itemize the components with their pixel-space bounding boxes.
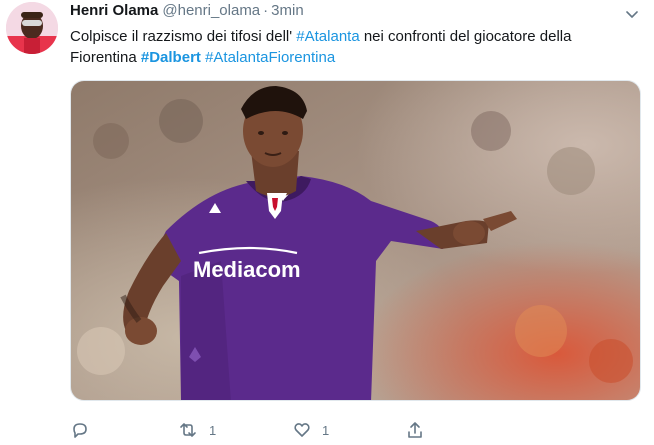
- share-button[interactable]: [405, 418, 435, 442]
- hashtag-link[interactable]: #Dalbert: [141, 49, 201, 66]
- like-count: 1: [322, 422, 330, 438]
- tweet-actions: 1 1: [70, 418, 641, 442]
- timestamp[interactable]: 3min: [271, 2, 304, 19]
- heart-icon: [292, 420, 312, 440]
- author-handle[interactable]: @henri_olama: [162, 2, 260, 19]
- retweet-count: 1: [209, 422, 217, 438]
- hashtag-link[interactable]: #AtalantaFiorentina: [205, 49, 335, 66]
- avatar[interactable]: [6, 2, 58, 54]
- separator-dot: ·: [263, 2, 269, 19]
- tweet-text-segment: Fiorentina: [70, 49, 141, 66]
- retweet-button[interactable]: 1: [177, 418, 216, 442]
- jersey-sponsor-text: Mediacom: [193, 257, 301, 282]
- like-button[interactable]: 1: [292, 418, 329, 442]
- tweet-media-image[interactable]: Mediacom: [70, 80, 641, 401]
- hashtag-link[interactable]: #Atalanta: [296, 28, 359, 45]
- share-icon: [405, 420, 425, 440]
- tweet-header: Henri Olama @henri_olama · 3min: [70, 2, 304, 24]
- author-name[interactable]: Henri Olama: [70, 2, 158, 19]
- retweet-icon: [177, 420, 199, 440]
- reply-button[interactable]: [70, 418, 100, 442]
- tweet-text: Colpisce il razzismo dei tifosi dell' #A…: [70, 26, 640, 68]
- chevron-down-icon[interactable]: [624, 6, 640, 22]
- player-photo: Mediacom: [71, 81, 640, 400]
- tweet-text-segment: Colpisce il razzismo dei tifosi dell': [70, 28, 297, 45]
- tweet-text-line-1: Colpisce il razzismo dei tifosi dell' #A…: [70, 26, 640, 47]
- reply-icon: [70, 420, 90, 440]
- tweet[interactable]: Henri Olama @henri_olama · 3min Colpisce…: [0, 0, 654, 445]
- tweet-text-line-2: Fiorentina #Dalbert #AtalantaFiorentina: [70, 47, 640, 68]
- tweet-text-segment: nei confronti del giocatore della: [359, 28, 572, 45]
